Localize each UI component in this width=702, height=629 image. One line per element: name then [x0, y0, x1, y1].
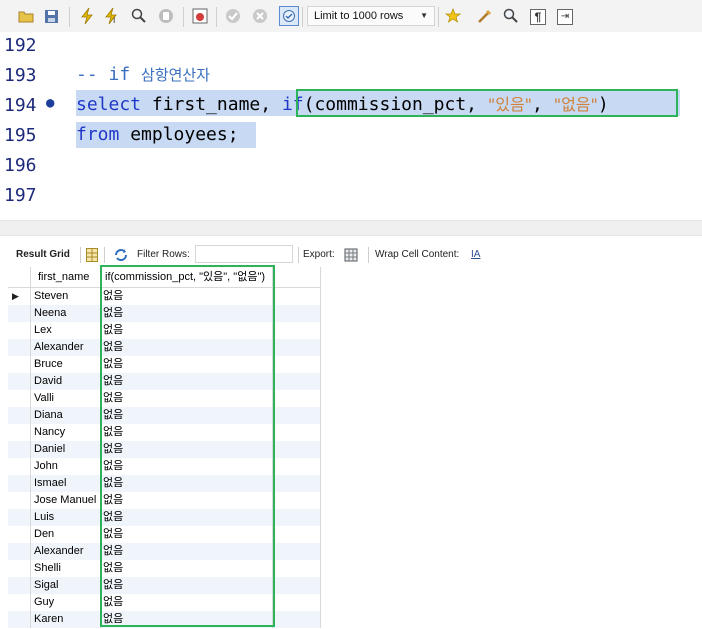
comment-text: 삼항연산자 — [141, 66, 211, 84]
statement-marker-icon: ● — [46, 95, 55, 111]
cell-first-name[interactable]: Steven — [34, 288, 100, 305]
execute-current-icon[interactable]: I — [104, 8, 120, 24]
table-name: employees; — [130, 124, 239, 145]
chevron-down-icon: ▼ — [420, 11, 428, 20]
code-line-195: from employees; — [76, 123, 239, 147]
cell-first-name[interactable]: Daniel — [34, 441, 100, 458]
column-header-first-name[interactable]: first_name — [38, 267, 89, 287]
find-icon[interactable] — [503, 8, 519, 24]
cell-first-name[interactable]: Valli — [34, 390, 100, 407]
beautify-icon[interactable] — [477, 8, 493, 24]
toggle-results-icon[interactable] — [192, 8, 208, 24]
cell-first-name[interactable]: Nancy — [34, 424, 100, 441]
cell-first-name[interactable]: Ismael — [34, 475, 100, 492]
refresh-icon[interactable] — [113, 248, 129, 262]
export-icon[interactable] — [344, 247, 360, 263]
filter-rows-input[interactable] — [195, 245, 293, 263]
cell-first-name[interactable]: Bruce — [34, 356, 100, 373]
commit-icon[interactable] — [225, 8, 241, 24]
cell-first-name[interactable]: Sigal — [34, 577, 100, 594]
autocommit-icon[interactable] — [279, 6, 299, 26]
wrap-icon[interactable]: ⇥ — [557, 9, 573, 25]
cell-first-name[interactable]: David — [34, 373, 100, 390]
save-icon[interactable] — [43, 8, 59, 24]
grid-column-divider — [320, 267, 321, 628]
wrap-cell-content-label: Wrap Cell Content: — [375, 249, 460, 260]
stop-icon[interactable] — [158, 8, 174, 24]
result-grid-toolbar: Result Grid Filter Rows: Export: Wrap Ce… — [0, 244, 702, 266]
cell-first-name[interactable]: Jose Manuel — [34, 492, 100, 509]
filter-rows-label: Filter Rows: — [137, 249, 190, 260]
line-number: 196 — [4, 155, 37, 176]
line-number: 195 — [4, 125, 37, 146]
export-label: Export: — [303, 249, 335, 260]
explain-icon[interactable] — [131, 8, 147, 24]
panel-splitter[interactable] — [0, 220, 702, 236]
grid-column-divider — [30, 267, 31, 628]
add-snippet-icon[interactable] — [445, 8, 461, 24]
code-line-193: -- if 삼항연산자 — [76, 63, 210, 87]
rollback-icon[interactable] — [252, 8, 268, 24]
current-row-indicator-icon: ▶ — [12, 291, 19, 301]
line-number: 192 — [4, 35, 37, 56]
cell-first-name[interactable]: Guy — [34, 594, 100, 611]
result-grid-tab[interactable]: Result Grid — [16, 244, 70, 266]
cell-first-name[interactable]: Alexander — [34, 543, 100, 560]
cell-first-name[interactable]: Den — [34, 526, 100, 543]
cell-first-name[interactable]: John — [34, 458, 100, 475]
editor-highlight-box — [296, 89, 678, 117]
invisible-chars-icon[interactable]: ¶ — [530, 9, 546, 25]
comment-marker: -- if — [76, 64, 131, 85]
cell-first-name[interactable]: Luis — [34, 509, 100, 526]
cell-first-name[interactable]: Diana — [34, 407, 100, 424]
sql-editor[interactable]: 192 193 194 ● 195 196 197 -- if 삼항연산자 se… — [0, 32, 702, 220]
cell-first-name[interactable]: Lex — [34, 322, 100, 339]
cell-first-name[interactable]: Shelli — [34, 560, 100, 577]
svg-text:I: I — [113, 16, 115, 24]
cell-first-name[interactable]: Neena — [34, 305, 100, 322]
execute-icon[interactable] — [79, 8, 95, 24]
keyword-select: select — [76, 94, 142, 115]
cell-first-name[interactable]: Alexander — [34, 339, 100, 356]
limit-rows-value: Limit to 1000 rows — [314, 10, 404, 22]
line-number: 197 — [4, 185, 37, 206]
sql-editor-toolbar: I Limit to 1000 rows ▼ ¶ ⇥ — [0, 0, 702, 33]
cell-first-name[interactable]: Karen — [34, 611, 100, 628]
keyword-from: from — [76, 124, 120, 145]
limit-rows-select[interactable]: Limit to 1000 rows ▼ — [307, 6, 435, 26]
line-number: 193 — [4, 65, 37, 86]
identifier-first-name: first_name, — [151, 94, 272, 115]
open-folder-icon[interactable] — [18, 8, 34, 24]
result-column-highlight-box — [100, 265, 275, 627]
grid-view-icon[interactable] — [86, 248, 98, 262]
wrap-cell-icon[interactable]: IA — [471, 248, 483, 262]
